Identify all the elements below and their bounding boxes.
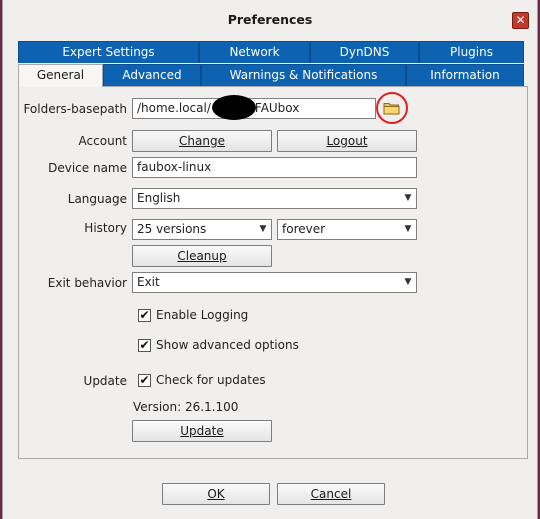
- enable-logging-label: Enable Logging: [156, 308, 249, 322]
- folder-icon[interactable]: [383, 100, 400, 116]
- cancel-button-label: Cancel: [310, 487, 352, 501]
- history-label: History: [84, 221, 127, 235]
- preferences-window: Preferences ✕ Expert Settings Network Dy…: [2, 0, 538, 519]
- check-updates-checkbox[interactable]: ✔: [138, 374, 151, 387]
- tab-information[interactable]: Information: [406, 64, 524, 86]
- language-select[interactable]: English ▼: [132, 188, 417, 209]
- show-advanced-checkbox[interactable]: ✔: [138, 339, 151, 352]
- ok-button[interactable]: OK: [162, 483, 270, 505]
- exit-behavior-value: Exit: [137, 275, 160, 289]
- check-updates-label: Check for updates: [156, 373, 266, 387]
- history-versions-select[interactable]: 25 versions ▼: [132, 219, 272, 240]
- change-button-label: Change: [179, 134, 225, 148]
- device-name-input[interactable]: faubox-linux: [132, 157, 417, 178]
- close-icon[interactable]: ✕: [512, 12, 529, 29]
- tab-network[interactable]: Network: [199, 41, 310, 63]
- update-button[interactable]: Update: [132, 420, 272, 442]
- exit-behavior-label: Exit behavior: [47, 276, 127, 290]
- chevron-down-icon: ▼: [404, 224, 412, 234]
- tab-expert-settings[interactable]: Expert Settings: [18, 41, 199, 63]
- basepath-value-end: FAUbox: [254, 101, 300, 115]
- folders-basepath-label: Folders-basepath: [23, 102, 127, 116]
- enable-logging-checkbox[interactable]: ✔: [138, 309, 151, 322]
- version-text: Version: 26.1.100: [133, 400, 239, 414]
- language-label: Language: [67, 192, 127, 206]
- history-duration-value: forever: [282, 222, 326, 236]
- logout-button-label: Logout: [326, 134, 368, 148]
- logout-button[interactable]: Logout: [277, 130, 417, 152]
- window-title: Preferences: [227, 12, 313, 27]
- chevron-down-icon: ▼: [404, 193, 412, 203]
- account-label: Account: [78, 134, 127, 148]
- basepath-value-start: /home.local/: [137, 101, 211, 115]
- tab-warnings-notifications[interactable]: Warnings & Notifications: [201, 64, 406, 86]
- tab-plugins[interactable]: Plugins: [419, 41, 524, 63]
- show-advanced-label: Show advanced options: [156, 338, 299, 352]
- redaction-blot: [212, 95, 256, 120]
- cleanup-button[interactable]: Cleanup: [132, 245, 272, 267]
- ok-button-label: OK: [207, 487, 225, 501]
- update-label: Update: [83, 374, 127, 388]
- update-button-label: Update: [180, 424, 224, 438]
- device-name-label: Device name: [48, 161, 127, 175]
- cleanup-button-label: Cleanup: [177, 249, 227, 263]
- tab-dyndns[interactable]: DynDNS: [310, 41, 419, 63]
- history-versions-value: 25 versions: [137, 222, 207, 236]
- change-button[interactable]: Change: [132, 130, 272, 152]
- chevron-down-icon: ▼: [259, 224, 267, 234]
- chevron-down-icon: ▼: [404, 277, 412, 287]
- tab-advanced[interactable]: Advanced: [103, 64, 201, 86]
- language-value: English: [137, 191, 181, 205]
- history-duration-select[interactable]: forever ▼: [277, 219, 417, 240]
- exit-behavior-select[interactable]: Exit ▼: [132, 272, 417, 293]
- cancel-button[interactable]: Cancel: [277, 483, 385, 505]
- tab-general[interactable]: General: [18, 64, 103, 87]
